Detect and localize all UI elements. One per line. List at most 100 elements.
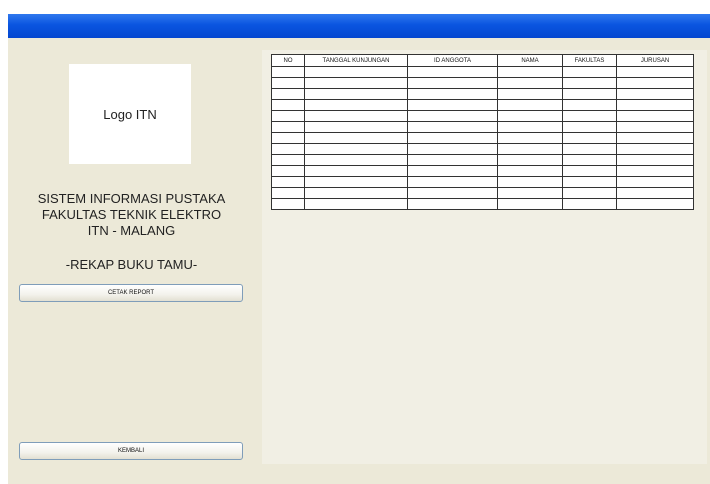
table-cell[interactable] xyxy=(271,132,305,144)
table-cell[interactable] xyxy=(271,198,305,210)
table-cell[interactable] xyxy=(497,66,563,78)
table-row[interactable] xyxy=(271,176,694,188)
window-titlebar[interactable] xyxy=(8,14,710,38)
table-cell[interactable] xyxy=(271,187,305,199)
column-header-name[interactable]: NAMA xyxy=(497,54,563,67)
table-cell[interactable] xyxy=(304,143,408,155)
table-cell[interactable] xyxy=(304,198,408,210)
table-row[interactable] xyxy=(271,187,694,199)
table-row[interactable] xyxy=(271,88,694,100)
table-cell[interactable] xyxy=(271,121,305,133)
table-cell[interactable] xyxy=(407,88,498,100)
table-cell[interactable] xyxy=(271,176,305,188)
table-cell[interactable] xyxy=(271,99,305,111)
table-cell[interactable] xyxy=(497,110,563,122)
table-cell[interactable] xyxy=(562,110,617,122)
table-row[interactable] xyxy=(271,99,694,111)
table-cell[interactable] xyxy=(497,88,563,100)
table-row[interactable] xyxy=(271,77,694,89)
table-cell[interactable] xyxy=(271,143,305,155)
table-cell[interactable] xyxy=(497,121,563,133)
table-cell[interactable] xyxy=(271,110,305,122)
table-cell[interactable] xyxy=(562,99,617,111)
table-cell[interactable] xyxy=(407,143,498,155)
table-cell[interactable] xyxy=(407,99,498,111)
table-cell[interactable] xyxy=(616,110,694,122)
table-cell[interactable] xyxy=(407,154,498,166)
column-header-visit-date[interactable]: TANGGAL KUNJUNGAN xyxy=(304,54,408,67)
table-cell[interactable] xyxy=(271,77,305,89)
table-cell[interactable] xyxy=(407,66,498,78)
table-cell[interactable] xyxy=(616,121,694,133)
table-cell[interactable] xyxy=(616,187,694,199)
table-cell[interactable] xyxy=(304,66,408,78)
table-cell[interactable] xyxy=(304,132,408,144)
table-cell[interactable] xyxy=(407,165,498,177)
table-cell[interactable] xyxy=(616,143,694,155)
table-cell[interactable] xyxy=(562,187,617,199)
table-cell[interactable] xyxy=(562,121,617,133)
table-cell[interactable] xyxy=(562,143,617,155)
table-cell[interactable] xyxy=(271,88,305,100)
table-row[interactable] xyxy=(271,143,694,155)
table-cell[interactable] xyxy=(304,121,408,133)
table-cell[interactable] xyxy=(616,165,694,177)
table-cell[interactable] xyxy=(304,110,408,122)
table-row[interactable] xyxy=(271,198,694,210)
table-row[interactable] xyxy=(271,121,694,133)
table-cell[interactable] xyxy=(616,176,694,188)
table-cell[interactable] xyxy=(616,132,694,144)
table-cell[interactable] xyxy=(497,187,563,199)
print-report-button[interactable]: CETAK REPORT xyxy=(19,284,243,302)
table-cell[interactable] xyxy=(304,77,408,89)
table-cell[interactable] xyxy=(304,154,408,166)
column-header-member-id[interactable]: ID ANGGOTA xyxy=(407,54,498,67)
table-cell[interactable] xyxy=(407,110,498,122)
guestbook-table[interactable]: NO TANGGAL KUNJUNGAN ID ANGGOTA NAMA FAK… xyxy=(271,54,694,210)
table-cell[interactable] xyxy=(497,143,563,155)
table-cell[interactable] xyxy=(304,165,408,177)
table-cell[interactable] xyxy=(562,176,617,188)
table-cell[interactable] xyxy=(497,132,563,144)
table-cell[interactable] xyxy=(304,99,408,111)
table-cell[interactable] xyxy=(271,154,305,166)
table-cell[interactable] xyxy=(616,66,694,78)
table-cell[interactable] xyxy=(407,121,498,133)
table-row[interactable] xyxy=(271,165,694,177)
table-cell[interactable] xyxy=(304,176,408,188)
table-cell[interactable] xyxy=(497,176,563,188)
table-cell[interactable] xyxy=(497,165,563,177)
table-row[interactable] xyxy=(271,154,694,166)
table-cell[interactable] xyxy=(562,132,617,144)
table-row[interactable] xyxy=(271,132,694,144)
table-cell[interactable] xyxy=(562,154,617,166)
table-cell[interactable] xyxy=(407,132,498,144)
table-cell[interactable] xyxy=(497,198,563,210)
table-row[interactable] xyxy=(271,66,694,78)
table-cell[interactable] xyxy=(562,198,617,210)
table-cell[interactable] xyxy=(407,176,498,188)
table-cell[interactable] xyxy=(304,88,408,100)
table-cell[interactable] xyxy=(562,66,617,78)
table-cell[interactable] xyxy=(616,198,694,210)
table-cell[interactable] xyxy=(407,187,498,199)
column-header-no[interactable]: NO xyxy=(271,54,305,67)
table-cell[interactable] xyxy=(562,88,617,100)
table-cell[interactable] xyxy=(562,165,617,177)
back-button[interactable]: KEMBALI xyxy=(19,442,243,460)
table-cell[interactable] xyxy=(497,77,563,89)
table-row[interactable] xyxy=(271,110,694,122)
table-cell[interactable] xyxy=(616,154,694,166)
column-header-faculty[interactable]: FAKULTAS xyxy=(562,54,617,67)
table-cell[interactable] xyxy=(497,99,563,111)
table-cell[interactable] xyxy=(616,88,694,100)
table-cell[interactable] xyxy=(271,66,305,78)
column-header-department[interactable]: JURUSAN xyxy=(616,54,694,67)
table-cell[interactable] xyxy=(616,77,694,89)
table-cell[interactable] xyxy=(304,187,408,199)
table-cell[interactable] xyxy=(497,154,563,166)
table-cell[interactable] xyxy=(407,77,498,89)
table-cell[interactable] xyxy=(562,77,617,89)
table-cell[interactable] xyxy=(616,99,694,111)
table-cell[interactable] xyxy=(271,165,305,177)
